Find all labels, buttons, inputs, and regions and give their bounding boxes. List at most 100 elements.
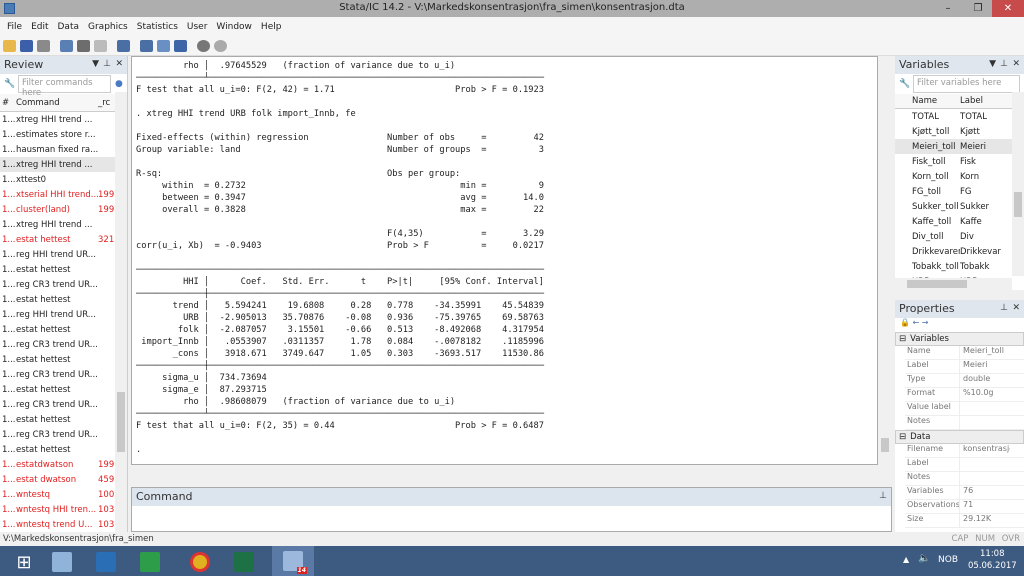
variables-scrollbar[interactable] [1012,92,1024,276]
variable-item[interactable]: Kjøtt_toll Kjøtt [895,124,1024,139]
review-item[interactable]: 1... estat hettest [0,262,127,277]
command-input[interactable] [132,506,891,532]
review-item[interactable]: 1... estat hettest 321 [0,232,127,247]
review-scrollbar[interactable] [115,92,127,532]
col-rc[interactable]: _rc [98,98,114,108]
variable-item[interactable]: Div_toll Div [895,229,1024,244]
info-icon[interactable]: ● [115,79,127,89]
review-item[interactable]: 1... estimates store r... [0,127,127,142]
filter-icon[interactable]: ▼ [92,59,99,69]
property-row[interactable]: Filenamekonsentrasjon [905,444,1024,458]
taskbar-file-explorer[interactable] [44,549,80,575]
variables-hscrollbar[interactable] [895,278,1012,290]
clock-time[interactable]: 11:08 [980,549,1005,559]
data-editor-icon[interactable] [140,39,153,52]
review-item[interactable]: 1... wntestq trend U... 103 [0,517,127,532]
variable-item[interactable]: Korn_toll Korn [895,169,1024,184]
more-icon[interactable] [197,39,210,52]
property-row[interactable]: Label Meieri [905,360,1024,374]
pin-icon[interactable]: ⊥ [879,491,887,501]
clock-date[interactable]: 05.06.2017 [968,561,1017,571]
review-item[interactable]: 1... xtreg HHI trend ... [0,157,127,172]
review-item[interactable]: 1... xtserial HHI trend... 199 [0,187,127,202]
review-item[interactable]: 1... estatdwatson 199 [0,457,127,472]
data-browser-icon[interactable] [157,39,170,52]
review-item[interactable]: 1... wntestq 100 [0,487,127,502]
minimize-button[interactable]: – [934,0,962,17]
property-row[interactable]: Format %10.0g [905,388,1024,402]
viewer-icon[interactable] [77,39,90,52]
review-item[interactable]: 1... reg CR3 trend UR... [0,337,127,352]
review-item[interactable]: 1... estat hettest [0,322,127,337]
back-arrow-icon[interactable]: ← [913,318,920,327]
filter-icon[interactable]: ▼ [989,59,996,69]
property-row[interactable]: Size 29.12K [905,514,1024,528]
review-item[interactable]: 1... reg HHI trend UR... [0,307,127,322]
menu-help[interactable]: Help [261,22,282,32]
collapse-icon[interactable]: ⊟ [899,334,906,344]
col-command[interactable]: Command [16,98,98,108]
pin-icon[interactable]: ⊥ [1000,59,1008,69]
property-row[interactable]: Label [905,458,1024,472]
review-item[interactable]: 1... reg HHI trend UR... [0,247,127,262]
review-item[interactable]: 1... reg CR3 trend UR... [0,367,127,382]
filter-variables-input[interactable]: Filter variables here [913,75,1020,93]
graph-icon[interactable] [94,39,107,52]
pin-icon[interactable]: ⊥ [103,59,111,69]
section-variables[interactable]: ⊟ Variables [895,332,1024,346]
start-button[interactable]: ⊞ [6,549,42,575]
review-item[interactable]: 1... estat hettest [0,382,127,397]
taskbar-stata[interactable]: 14 [272,546,314,576]
maximize-button[interactable]: ❐ [964,0,992,17]
menu-file[interactable]: File [7,22,22,32]
variable-item[interactable]: Drikkevarer_t...Drikkevar [895,244,1024,259]
variable-item[interactable]: Meieri_toll Meieri [895,139,1024,154]
wrench-icon[interactable]: 🔧 [895,79,910,89]
close-icon[interactable]: ✕ [1012,303,1020,313]
menu-graphics[interactable]: Graphics [88,22,128,32]
filter-commands-input[interactable]: Filter commands here [18,75,111,98]
variable-item[interactable]: Fisk_toll Fisk [895,154,1024,169]
review-item[interactable]: 1... reg CR3 trend UR... [0,427,127,442]
taskbar-powershell[interactable] [88,549,124,575]
review-item[interactable]: 1... reg CR3 trend UR... [0,397,127,412]
print-icon[interactable] [37,39,50,52]
review-item[interactable]: 1... estat hettest [0,292,127,307]
variables-manager-icon[interactable] [174,39,187,52]
language-indicator[interactable]: NOB [938,555,958,565]
taskbar-chrome[interactable] [182,549,218,575]
variable-item[interactable]: FG_toll FG [895,184,1024,199]
col-label[interactable]: Label [960,96,1010,106]
review-item[interactable]: 1... xttest0 [0,172,127,187]
lock-icon[interactable]: 🔒 [900,318,910,327]
forward-arrow-icon[interactable]: → [922,318,929,327]
taskbar-excel[interactable] [226,549,262,575]
property-row[interactable]: Name Meieri_toll [905,346,1024,360]
col-name[interactable]: Name [895,96,960,106]
property-row[interactable]: Value label [905,402,1024,416]
menu-user[interactable]: User [187,22,208,32]
menu-statistics[interactable]: Statistics [137,22,178,32]
variable-item[interactable]: TOTAL TOTAL [895,109,1024,124]
review-item[interactable]: 1... estat hettest [0,352,127,367]
pin-icon[interactable]: ⊥ [1000,303,1008,313]
review-item[interactable]: 1... cluster(land) 199 [0,202,127,217]
review-item[interactable]: 1... estat hettest [0,412,127,427]
property-row[interactable]: Notes [905,472,1024,486]
collapse-icon[interactable]: ⊟ [899,432,906,442]
show-hidden-icons[interactable]: ▲ [903,555,909,564]
taskbar-store[interactable] [132,549,168,575]
property-row[interactable]: Notes [905,416,1024,430]
review-item[interactable]: 1... reg CR3 trend UR... [0,277,127,292]
review-item[interactable]: 1... hausman fixed ra... [0,142,127,157]
do-file-editor-icon[interactable] [117,39,130,52]
wrench-icon[interactable]: 🔧 [0,79,15,89]
close-icon[interactable]: ✕ [1012,59,1020,69]
property-row[interactable]: Type double [905,374,1024,388]
menu-edit[interactable]: Edit [31,22,48,32]
log-icon[interactable] [60,39,73,52]
menu-data[interactable]: Data [58,22,80,32]
property-row[interactable]: Variables 76 [905,486,1024,500]
volume-icon[interactable]: 🔈 [918,553,930,564]
variable-item[interactable]: Kaffe_toll Kaffe [895,214,1024,229]
